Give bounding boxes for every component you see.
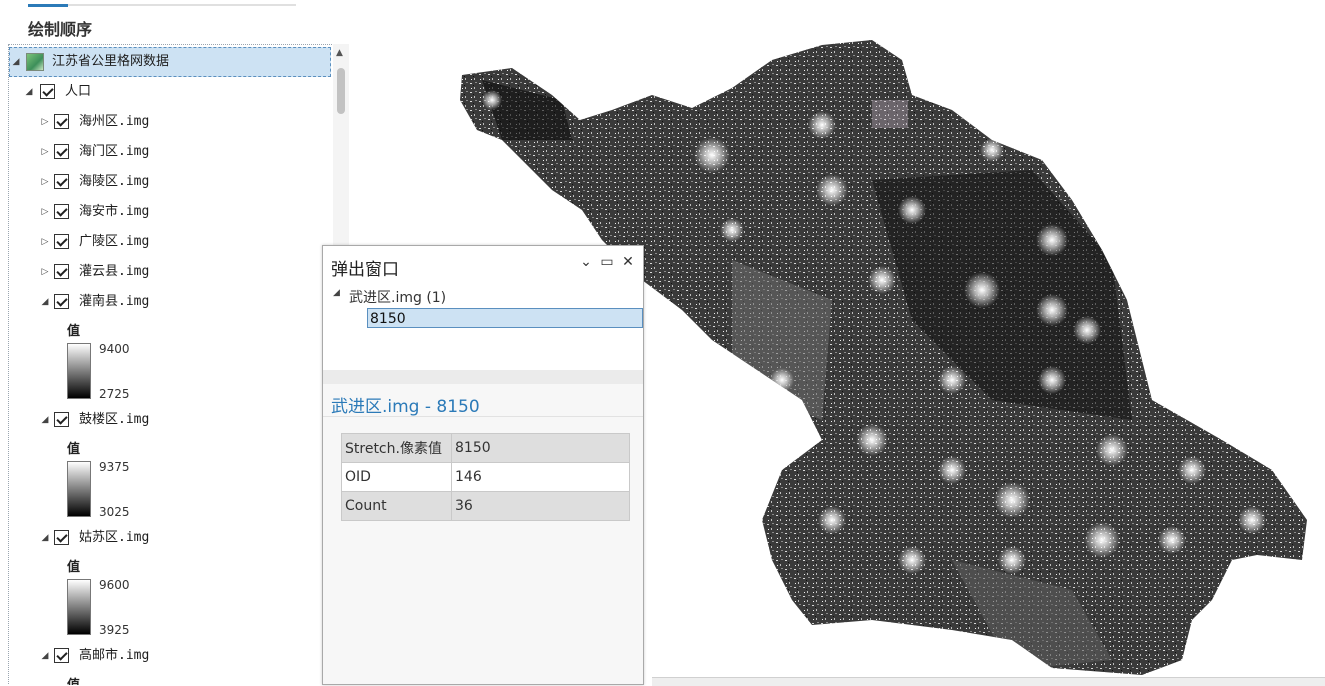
expand-triangle-icon[interactable]: ▷ — [39, 198, 51, 226]
legend-low-value: 3025 — [99, 505, 130, 519]
map-layer-row[interactable]: ◢ 江苏省公里格网数据 — [9, 47, 331, 77]
header-divider — [323, 416, 643, 417]
attribute-field: Stretch.像素值 — [341, 433, 452, 463]
layer-label: 海陵区.img — [79, 174, 150, 189]
expand-triangle-icon[interactable]: ▷ — [39, 108, 51, 136]
collapse-triangle-icon[interactable]: ◢ — [10, 48, 22, 76]
checkbox-checked-icon[interactable] — [54, 264, 69, 279]
legend-high-value: 9400 — [99, 342, 130, 356]
layer-label: 海安市.img — [79, 204, 150, 219]
expand-triangle-icon[interactable]: ▷ — [39, 138, 51, 166]
layer-label: 海州区.img — [79, 114, 150, 129]
layer-label: 高邮市.img — [79, 648, 150, 663]
scroll-up-arrow-icon[interactable]: ▲ — [336, 48, 343, 58]
collapse-triangle-icon[interactable]: ◢ — [39, 406, 51, 434]
scrollbar-thumb[interactable] — [337, 68, 345, 114]
expand-triangle-icon[interactable]: ▷ — [39, 168, 51, 196]
popup-feature-tree: ◢ 武进区.img (1) 8150 — [323, 282, 643, 370]
layer-row[interactable]: ◢ 姑苏区.img — [9, 524, 331, 552]
table-row: Stretch.像素值 8150 — [341, 433, 630, 463]
checkbox-checked-icon[interactable] — [54, 530, 69, 545]
attribute-value: 8150 — [451, 433, 630, 463]
layer-row[interactable]: ▷ 广陵区.img — [9, 228, 331, 256]
layer-row[interactable]: ▷ 海州区.img — [9, 108, 331, 136]
layer-row[interactable]: ◢ 鼓楼区.img — [9, 406, 331, 434]
dropdown-chevron-icon[interactable]: ⌄ — [577, 254, 595, 270]
layer-label: 灌南县.img — [79, 294, 150, 309]
collapse-triangle-icon[interactable]: ◢ — [39, 524, 51, 552]
checkbox-checked-icon[interactable] — [54, 174, 69, 189]
legend-value-header: 值 — [67, 560, 81, 575]
checkbox-checked-icon[interactable] — [54, 114, 69, 129]
legend-low-value: 2725 — [99, 387, 130, 401]
layer-label: 鼓楼区.img — [79, 412, 150, 427]
raster-layer-icon — [26, 53, 44, 71]
legend-high-value: 9375 — [99, 460, 130, 474]
legend-value-header: 值 — [67, 442, 81, 457]
popup-window[interactable]: 弹出窗口 ⌄ ▭ ✕ ◢ 武进区.img (1) 8150 武进区.img - … — [322, 245, 644, 685]
layer-label: 广陵区.img — [79, 234, 150, 249]
layer-label: 海门区.img — [79, 144, 150, 159]
attribute-field: Count — [341, 491, 452, 521]
collapse-triangle-icon[interactable]: ◢ — [39, 642, 51, 670]
legend-value-header: 值 — [67, 674, 80, 685]
popup-feature-item[interactable]: 8150 — [367, 308, 643, 328]
stretch-color-ramp — [67, 343, 91, 399]
attribute-field: OID — [341, 462, 452, 492]
collapse-triangle-icon[interactable]: ◢ — [39, 288, 51, 316]
layer-row[interactable]: ▷ 灌云县.img — [9, 258, 331, 286]
popup-divider[interactable] — [323, 370, 643, 384]
feature-header: 武进区.img - 8150 — [331, 397, 480, 417]
attribute-table: Stretch.像素值 8150 OID 146 Count 36 — [341, 433, 630, 521]
checkbox-checked-icon[interactable] — [54, 204, 69, 219]
legend-low-value: 3925 — [99, 623, 130, 637]
layer-row[interactable]: ▷ 海门区.img — [9, 138, 331, 166]
legend-high-value: 9600 — [99, 578, 130, 592]
popup-title: 弹出窗口 — [331, 260, 399, 280]
attribute-value: 36 — [451, 491, 630, 521]
legend-value-header: 值 — [67, 324, 81, 339]
popup-layer-entry[interactable]: 武进区.img (1) — [349, 287, 446, 307]
popup-details: 武进区.img - 8150 Stretch.像素值 8150 OID 146 … — [323, 384, 643, 684]
layer-label: 姑苏区.img — [79, 530, 150, 545]
collapse-triangle-icon[interactable]: ◢ — [333, 288, 340, 298]
layer-row[interactable]: ◢ 灌南县.img — [9, 288, 331, 316]
checkbox-checked-icon[interactable] — [54, 234, 69, 249]
collapse-triangle-icon[interactable]: ◢ — [23, 78, 35, 106]
expand-triangle-icon[interactable]: ▷ — [39, 258, 51, 286]
expand-triangle-icon[interactable]: ▷ — [39, 228, 51, 256]
close-icon[interactable]: ✕ — [619, 254, 637, 270]
checkbox-checked-icon[interactable] — [54, 144, 69, 159]
layer-row[interactable]: ▷ 海安市.img — [9, 198, 331, 226]
pane-tab-indicator — [28, 4, 296, 7]
maximize-icon[interactable]: ▭ — [598, 254, 616, 270]
contents-pane: 绘制顺序 ◢ 江苏省公里格网数据 ◢ 人口 ▷ 海州区.img ▷ 海门区.im… — [0, 0, 353, 685]
table-row: Count 36 — [341, 491, 630, 521]
attribute-value: 146 — [451, 462, 630, 492]
group-layer-row[interactable]: ◢ 人口 — [9, 78, 331, 106]
checkbox-checked-icon[interactable] — [54, 648, 69, 663]
stretch-color-ramp — [67, 579, 91, 635]
checkbox-checked-icon[interactable] — [40, 84, 55, 99]
checkbox-checked-icon[interactable] — [54, 294, 69, 309]
layer-row[interactable]: ◢ 高邮市.img — [9, 642, 331, 670]
pane-title: 绘制顺序 — [28, 20, 93, 39]
layer-label: 灌云县.img — [79, 264, 150, 279]
stretch-color-ramp — [67, 461, 91, 517]
group-layer-label: 人口 — [65, 84, 92, 99]
layer-tree: ◢ 江苏省公里格网数据 ◢ 人口 ▷ 海州区.img ▷ 海门区.img ▷ 海… — [8, 44, 334, 685]
map-layer-label: 江苏省公里格网数据 — [52, 54, 170, 69]
table-row: OID 146 — [341, 462, 630, 492]
layer-row[interactable]: ▷ 海陵区.img — [9, 168, 331, 196]
checkbox-checked-icon[interactable] — [54, 412, 69, 427]
